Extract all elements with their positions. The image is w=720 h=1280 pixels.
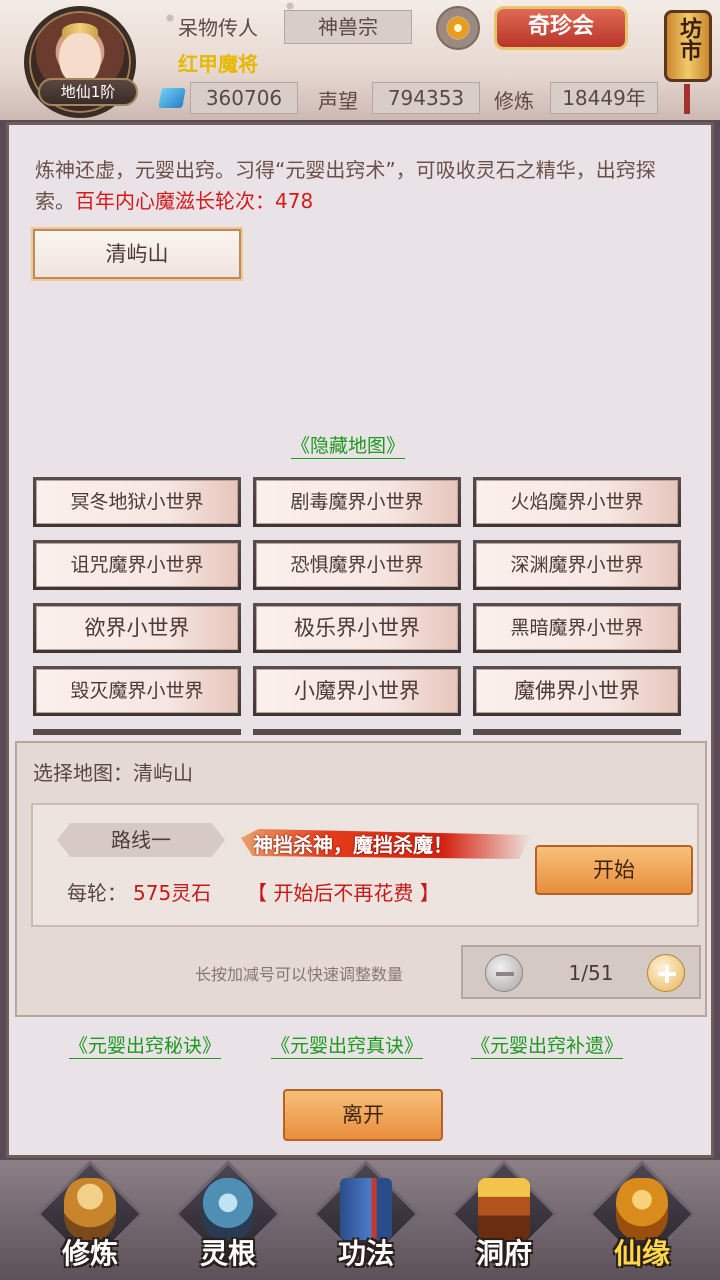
- map-option-label: 黑暗魔界小世界: [476, 606, 678, 650]
- settings-gear-icon[interactable]: [436, 6, 480, 50]
- plus-icon[interactable]: [647, 954, 685, 992]
- cultivation-figure-icon: [64, 1178, 116, 1240]
- sect-name: 神兽宗: [284, 10, 412, 44]
- map-option-label: 欲界小世界: [36, 606, 238, 650]
- map-option[interactable]: 毁灭魔界小世界: [33, 666, 241, 716]
- cultivation-value: 18449年: [550, 82, 658, 114]
- market-label: 坊市: [676, 17, 701, 61]
- route-name-tag: 路线一: [57, 823, 225, 857]
- spirit-root-icon: [202, 1178, 254, 1240]
- nav-label: 洞府: [475, 1237, 532, 1270]
- map-option-label: 深渊魔界小世界: [476, 543, 678, 587]
- player-rank-title: 红甲魔将: [178, 52, 258, 76]
- map-option-partial[interactable]: [473, 729, 681, 735]
- map-option[interactable]: 欲界小世界: [33, 603, 241, 653]
- treasure-auction-button[interactable]: 奇珍会: [494, 6, 628, 50]
- map-option[interactable]: 剧毒魔界小世界: [253, 477, 461, 527]
- top-header: 地仙1阶 呆物传人 神兽宗 红甲魔将 奇珍会 坊市 360706 声望 7943…: [0, 0, 720, 120]
- map-option[interactable]: 小魔界小世界: [253, 666, 461, 716]
- route-card: 路线一 神挡杀神，魔挡杀魔！ 每轮： 575灵石 【 开始后不再花费 】 开始: [31, 803, 699, 927]
- nav-label: 功法: [337, 1237, 394, 1270]
- reputation-label: 声望: [318, 89, 358, 113]
- map-option-label: 小魔界小世界: [256, 669, 458, 713]
- level-badge: 地仙1阶: [38, 78, 138, 106]
- map-option-label: 剧毒魔界小世界: [256, 480, 458, 524]
- quantity-value: 1/51: [568, 961, 614, 985]
- minus-icon[interactable]: [485, 954, 523, 992]
- nav-item-cultivation[interactable]: 修炼: [30, 1160, 150, 1280]
- exploration-panel: 炼神还虚，元婴出窍。习得“元婴出窍术”，可吸收灵石之精华，出窍探索。百年内心魔滋…: [6, 122, 714, 1158]
- nav-item-cave[interactable]: 洞府: [444, 1160, 564, 1280]
- guide-link-supplement[interactable]: 《元婴出窍补遗》: [471, 1031, 623, 1058]
- guide-link-true[interactable]: 《元婴出窍真诀》: [271, 1031, 423, 1058]
- guide-links: 《元婴出窍秘诀》 《元婴出窍真诀》 《元婴出窍补遗》: [9, 1031, 717, 1061]
- map-option[interactable]: 深渊魔界小世界: [473, 540, 681, 590]
- demon-round-count: 百年内心魔滋长轮次：478: [75, 189, 314, 213]
- map-option-partial[interactable]: [253, 729, 461, 735]
- nav-item-techniques[interactable]: 功法: [306, 1160, 426, 1280]
- map-option[interactable]: 魔佛界小世界: [473, 666, 681, 716]
- gourd-icon: [616, 1178, 668, 1240]
- map-option-label: 冥冬地狱小世界: [36, 480, 238, 524]
- lantern-tassel: [684, 84, 690, 114]
- nav-label: 灵根: [199, 1237, 256, 1270]
- map-option-label: 极乐界小世界: [256, 606, 458, 650]
- map-option[interactable]: 恐惧魔界小世界: [253, 540, 461, 590]
- cost-value: 575灵石: [133, 881, 212, 905]
- nav-label: 修炼: [61, 1237, 118, 1270]
- map-option-label: 恐惧魔界小世界: [256, 543, 458, 587]
- nav-item-fate[interactable]: 仙缘: [582, 1160, 702, 1280]
- nav-label: 仙缘: [613, 1237, 670, 1270]
- map-option-label: 火焰魔界小世界: [476, 480, 678, 524]
- market-lantern-icon: 坊市: [664, 10, 712, 82]
- map-option-label: 魔佛界小世界: [476, 669, 678, 713]
- cultivation-label: 修炼: [494, 89, 534, 113]
- description-text: 炼神还虚，元婴出窍。习得“元婴出窍术”，可吸收灵石之精华，出窍探索。百年内心魔滋…: [35, 155, 675, 217]
- map-option[interactable]: 极乐界小世界: [253, 603, 461, 653]
- scripture-book-icon: [340, 1178, 392, 1240]
- hidden-map-link[interactable]: 《隐藏地图》: [291, 431, 405, 458]
- current-map-chip[interactable]: 清屿山: [33, 229, 241, 279]
- route-settings-panel: 选择地图：清屿山 路线一 神挡杀神，魔挡杀魔！ 每轮： 575灵石 【 开始后不…: [15, 741, 707, 1017]
- map-option-label: 毁灭魔界小世界: [36, 669, 238, 713]
- start-button[interactable]: 开始: [535, 845, 693, 895]
- gem-count: 360706: [190, 82, 298, 114]
- map-option[interactable]: 冥冬地狱小世界: [33, 477, 241, 527]
- cost-label: 每轮：: [67, 881, 127, 905]
- spirit-gem-icon: [158, 88, 186, 108]
- nav-item-spirit-root[interactable]: 灵根: [168, 1160, 288, 1280]
- cave-dwelling-icon: [478, 1178, 530, 1240]
- bottom-nav: 修炼 灵根 功法 洞府 仙缘: [0, 1160, 720, 1280]
- map-option-label: 诅咒魔界小世界: [36, 543, 238, 587]
- map-option[interactable]: 黑暗魔界小世界: [473, 603, 681, 653]
- quantity-hint: 长按加减号可以快速调整数量: [195, 965, 404, 984]
- map-grid: 冥冬地狱小世界 剧毒魔界小世界 火焰魔界小世界 诅咒魔界小世界 恐惧魔界小世界 …: [33, 477, 693, 735]
- selected-map-label: 选择地图：清屿山: [33, 761, 193, 785]
- route-slogan: 神挡杀神，魔挡杀魔！: [253, 833, 453, 857]
- leave-button[interactable]: 离开: [283, 1089, 443, 1141]
- cost-note: 【 开始后不再花费 】: [247, 881, 440, 905]
- guide-link-secret[interactable]: 《元婴出窍秘诀》: [69, 1031, 221, 1058]
- map-option-partial[interactable]: [33, 729, 241, 735]
- map-option[interactable]: 诅咒魔界小世界: [33, 540, 241, 590]
- player-title: 呆物传人: [178, 16, 258, 40]
- map-option[interactable]: 火焰魔界小世界: [473, 477, 681, 527]
- quantity-stepper: 1/51: [461, 945, 701, 999]
- market-button[interactable]: 坊市: [662, 2, 714, 114]
- reputation-value: 794353: [372, 82, 480, 114]
